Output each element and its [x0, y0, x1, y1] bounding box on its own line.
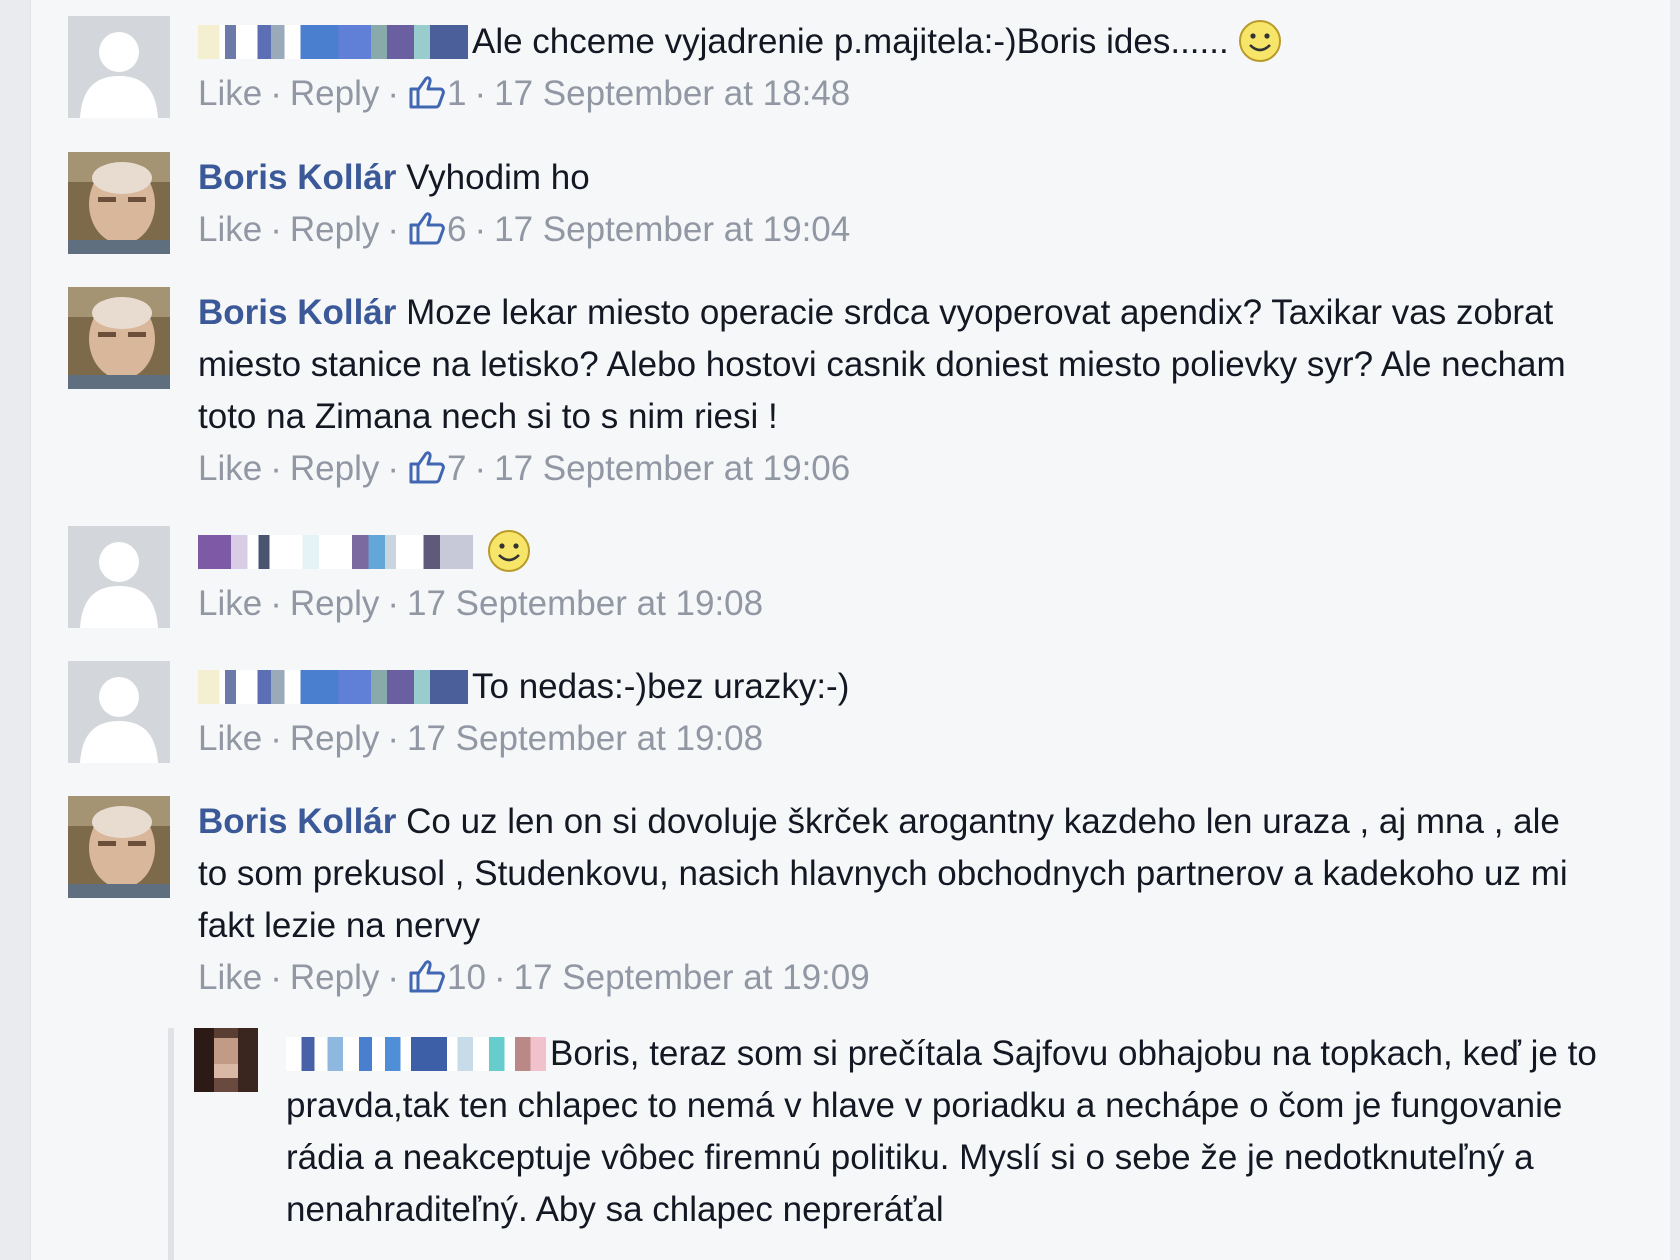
timestamp[interactable]: 17 September at 19:08 — [407, 584, 763, 623]
comment-actions: Like · Reply · 17 September at 19:08 — [198, 719, 764, 758]
profile-photo[interactable] — [68, 152, 170, 254]
reply-link[interactable]: Reply — [290, 584, 379, 623]
comment-body: Like · Reply · 17 September at 19:08 — [198, 526, 1588, 628]
comment-actions: Like · Reply · 6 · 17 September at 19:04 — [198, 209, 851, 249]
redacted-profile-photo[interactable] — [194, 1028, 258, 1092]
reply-thread-line — [168, 1028, 174, 1260]
comment-text: Vyhodim ho — [406, 158, 590, 197]
like-count[interactable]: 7 — [447, 449, 466, 488]
smiley-emoji-icon — [1239, 20, 1282, 62]
author-name[interactable]: Boris Kollár — [198, 293, 396, 332]
comment-body: Boris Kollár Vyhodim ho Like · Reply · 6 · 17 … — [198, 152, 1588, 254]
comment-text: Co uz len on si dovoluje škrček arogantn… — [198, 802, 1568, 945]
comment-actions: Like · Reply · 10 · 17 September at 19:09 — [198, 957, 870, 997]
comment-text: Moze lekar miesto operacie srdca vyopero… — [198, 293, 1566, 436]
like-link[interactable]: Like — [198, 584, 262, 623]
comment-body: Boris Kollár Co uz len on si dovoluje šk… — [198, 796, 1588, 1002]
reply-link[interactable]: Reply — [290, 449, 379, 488]
comment-body: To nedas:-)bez urazky:-) Like · Reply · 17 S… — [198, 661, 1588, 763]
like-link[interactable]: Like — [198, 74, 262, 113]
right-border — [1670, 0, 1680, 1260]
timestamp[interactable]: 17 September at 19:06 — [494, 449, 850, 488]
thumbs-up-icon[interactable] — [407, 209, 447, 247]
reply-link[interactable]: Reply — [290, 719, 379, 758]
comment-actions: Like · Reply · 17 September at 19:08 — [198, 584, 764, 623]
timestamp[interactable]: 17 September at 19:04 — [494, 210, 850, 249]
comment-actions: Like · Reply · 1 · 17 September at 18:48 — [198, 73, 851, 113]
reply-link[interactable]: Reply — [290, 74, 379, 113]
like-link[interactable]: Like — [198, 210, 262, 249]
reply-link[interactable]: Reply — [290, 958, 379, 997]
like-count[interactable]: 10 — [447, 958, 486, 997]
comments-panel: Ale chceme vyjadrenie p.majitela:-)Boris… — [0, 0, 1680, 1260]
redacted-author-name[interactable] — [198, 535, 473, 569]
like-link[interactable]: Like — [198, 719, 262, 758]
author-name[interactable]: Boris Kollár — [198, 802, 396, 841]
default-avatar-icon[interactable] — [68, 16, 170, 118]
redacted-author-name[interactable] — [198, 670, 468, 704]
reply-link[interactable]: Reply — [290, 210, 379, 249]
comment-text: To nedas:-)bez urazky:-) — [472, 667, 850, 706]
comment-body: Boris, teraz som si prečítala Sajfovu ob… — [286, 1028, 1614, 1236]
comment-body: Ale chceme vyjadrenie p.majitela:-)Boris… — [198, 16, 1588, 118]
thumbs-up-icon[interactable] — [407, 73, 447, 111]
comment-text: Ale chceme vyjadrenie p.majitela:-)Boris… — [472, 22, 1229, 61]
profile-photo[interactable] — [68, 796, 170, 898]
redacted-author-name[interactable] — [286, 1037, 546, 1071]
comment-body: Boris Kollár Moze lekar miesto operacie … — [198, 287, 1588, 493]
redacted-author-name[interactable] — [198, 25, 468, 59]
default-avatar-icon[interactable] — [68, 661, 170, 763]
timestamp[interactable]: 17 September at 19:08 — [407, 719, 763, 758]
default-avatar-icon[interactable] — [68, 526, 170, 628]
timestamp[interactable]: 17 September at 18:48 — [494, 74, 850, 113]
author-name[interactable]: Boris Kollár — [198, 158, 396, 197]
like-count[interactable]: 1 — [447, 74, 466, 113]
smiley-emoji-icon — [487, 530, 530, 572]
comment-actions: Like · Reply · 7 · 17 September at 19:06 — [198, 448, 851, 488]
timestamp[interactable]: 17 September at 19:09 — [514, 958, 870, 997]
like-count[interactable]: 6 — [447, 210, 466, 249]
profile-photo[interactable] — [68, 287, 170, 389]
like-link[interactable]: Like — [198, 958, 262, 997]
like-link[interactable]: Like — [198, 449, 262, 488]
thumbs-up-icon[interactable] — [407, 448, 447, 486]
thumbs-up-icon[interactable] — [407, 957, 447, 995]
left-border — [0, 0, 31, 1260]
